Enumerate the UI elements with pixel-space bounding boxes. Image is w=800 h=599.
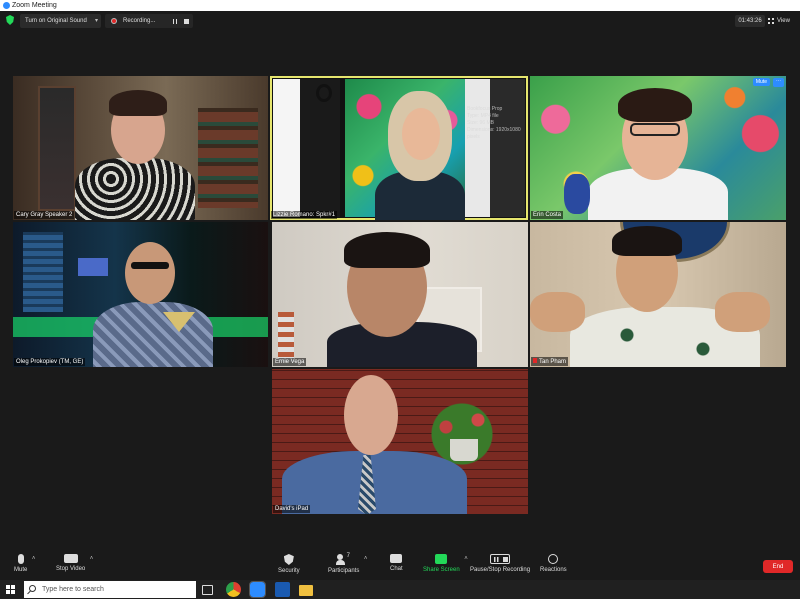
snagit-icon[interactable] — [275, 582, 290, 597]
stop-recording-icon[interactable] — [184, 19, 189, 24]
task-view-icon[interactable] — [202, 585, 213, 595]
meeting-topbar: Turn on Original Sound ▾ Recording... 01… — [0, 11, 800, 31]
video-camera-icon — [63, 554, 78, 563]
video-tile-oleg[interactable]: Oleg Prokopiev (TM, GE) — [13, 222, 268, 367]
reactions-button[interactable]: Reactions — [540, 554, 567, 573]
recording-indicator: Recording... — [105, 14, 193, 28]
taskbar-search-input[interactable]: Type here to search — [24, 581, 196, 598]
end-meeting-button[interactable]: End — [763, 560, 793, 573]
file-info-tooltip: Bookfocus Prop Type: MP4 file Size: 96 M… — [467, 106, 525, 158]
participant-name: Lizzie Romano: Spkr#1 — [271, 211, 338, 219]
tooltip-line: pixels — [467, 134, 480, 140]
video-tile-tan[interactable]: Tan Pham — [530, 222, 786, 367]
chat-button[interactable]: Chat — [390, 554, 403, 572]
video-tile-erin[interactable]: Mute ··· Erin Costa — [530, 76, 786, 220]
participants-count: 7 — [346, 553, 351, 559]
mute-participant-button[interactable]: Mute — [752, 78, 770, 86]
tooltip-line: Dimensions: 1920x1080 — [467, 127, 521, 133]
chat-label: Chat — [390, 566, 403, 572]
zoom-logo-icon — [3, 2, 10, 9]
windows-taskbar: Type here to search — [0, 580, 800, 599]
chevron-up-icon[interactable]: ˄ — [364, 556, 368, 562]
pause-recording-icon[interactable] — [173, 19, 177, 24]
participant-name: Ernie Vega — [273, 358, 307, 366]
participants-label: Participants — [328, 568, 360, 574]
pause-stop-recording-button[interactable]: Pause/Stop Recording — [470, 554, 530, 573]
record-dot-icon — [111, 18, 117, 24]
chrome-icon[interactable] — [226, 582, 241, 597]
participant-name: David's iPad — [273, 505, 311, 513]
mute-button[interactable]: Mute ˄ — [14, 554, 35, 573]
zoom-app-icon[interactable] — [249, 581, 266, 598]
stop-video-button[interactable]: Stop Video ˄ — [56, 554, 93, 572]
participants-icon: 7 — [335, 553, 352, 565]
recording-label: Recording... — [123, 18, 156, 24]
video-tile-cary[interactable]: Cary Gray Speaker 2 — [13, 76, 268, 220]
original-sound-label: Turn on Original Sound — [25, 18, 87, 24]
original-sound-button[interactable]: Turn on Original Sound ▾ — [20, 14, 101, 28]
mute-label: Mute — [14, 567, 28, 573]
emoji-reaction-icon — [548, 554, 559, 564]
participants-button[interactable]: 7 Participants ˄ — [328, 553, 367, 574]
tooltip-line: Size: 96 MB — [467, 120, 494, 126]
chevron-down-icon[interactable]: ▾ — [95, 17, 98, 24]
view-label: View — [777, 18, 790, 24]
tooltip-line: Type: MP4 file — [467, 113, 499, 119]
participant-name: Erin Costa — [531, 211, 564, 219]
chevron-up-icon[interactable]: ˄ — [90, 556, 94, 562]
participant-name: Tan Pham — [531, 357, 569, 366]
file-explorer-icon[interactable] — [299, 585, 313, 596]
pause-recording-label: Pause/Stop Recording — [470, 567, 531, 573]
windows-start-icon[interactable] — [6, 585, 15, 594]
search-icon — [29, 585, 36, 592]
security-shield-icon — [283, 554, 294, 565]
more-options-button[interactable]: ··· — [773, 78, 784, 87]
share-screen-label: Share Screen — [423, 567, 460, 573]
encryption-shield-icon[interactable] — [6, 15, 14, 25]
participant-name: Oleg Prokopiev (TM, GE) — [14, 358, 86, 366]
gallery-view-icon — [768, 18, 774, 24]
participant-name: Cary Gray Speaker 2 — [14, 211, 75, 219]
chevron-up-icon[interactable]: ˄ — [464, 556, 468, 562]
reactions-label: Reactions — [540, 567, 567, 573]
microphone-icon — [17, 554, 24, 564]
share-screen-button[interactable]: Share Screen ˄ — [423, 554, 468, 573]
window-titlebar: Zoom Meeting — [0, 0, 800, 11]
meeting-toolbar: Mute ˄ Stop Video ˄ Security 7 Participa… — [0, 552, 800, 580]
participant-name-text: Tan Pham — [539, 359, 567, 365]
video-tile-david[interactable]: David's iPad — [272, 369, 528, 514]
search-placeholder: Type here to search — [42, 586, 104, 593]
video-tile-ernie[interactable]: Ernie Vega — [272, 222, 528, 367]
video-tile-lizzie[interactable]: Bookfocus Prop Type: MP4 file Size: 96 M… — [270, 76, 528, 220]
chevron-up-icon[interactable]: ˄ — [32, 556, 36, 562]
stop-video-label: Stop Video — [56, 566, 86, 572]
chat-bubble-icon — [390, 554, 403, 563]
window-title: Zoom Meeting — [12, 2, 57, 9]
mic-muted-icon — [533, 358, 537, 363]
view-button[interactable]: View — [768, 15, 796, 27]
security-button[interactable]: Security — [278, 554, 300, 574]
tooltip-line: Bookfocus Prop — [467, 106, 503, 112]
share-screen-icon — [435, 554, 448, 564]
meeting-timer: 01:43:26 — [735, 15, 765, 27]
pause-stop-icon — [490, 554, 511, 564]
security-label: Security — [278, 568, 300, 574]
